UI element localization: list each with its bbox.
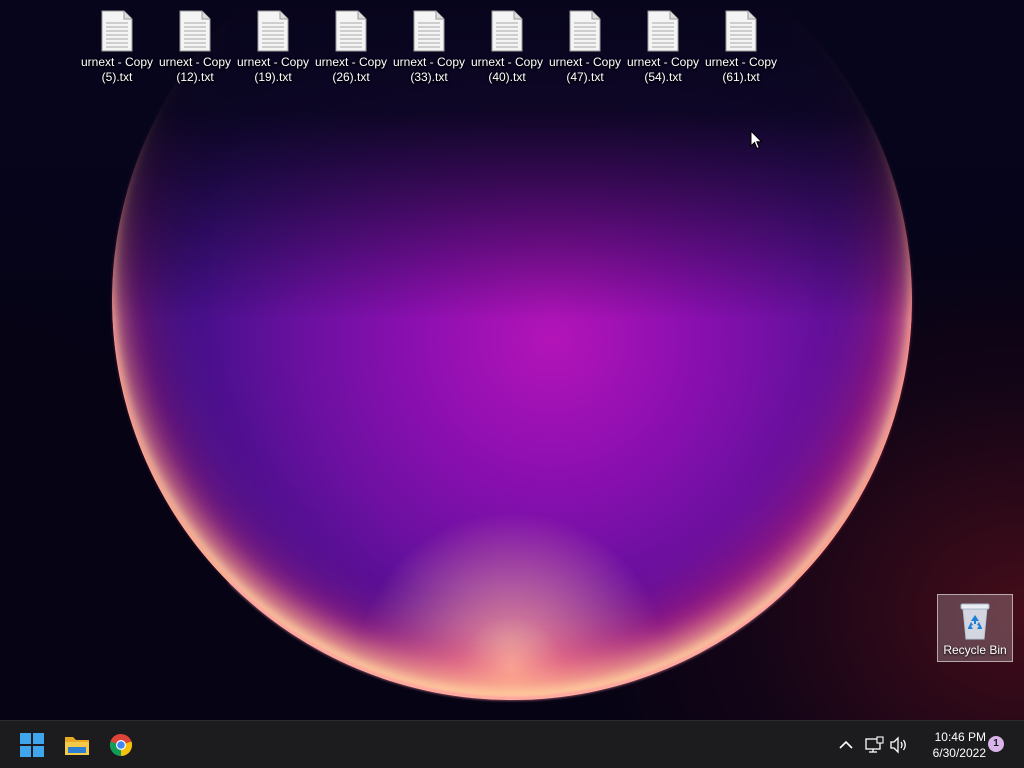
file-name-line2: (12).txt [176,70,214,84]
file-name-line2: (5).txt [101,70,133,84]
notification-badge[interactable]: 1 [988,736,1004,752]
mouse-cursor-icon [750,130,763,150]
desktop[interactable]: urnext - Copy (5).txt urnext - Copy (12).tx… [0,0,1024,720]
recycle-bin-label: Recycle Bin [943,643,1007,657]
volume-icon[interactable] [889,735,909,755]
file-name-line1: urnext - Copy [470,55,544,69]
folder-icon [65,737,89,755]
chevron-up-icon[interactable] [836,735,856,755]
desktop-file-icon[interactable]: urnext - Copy (5).txt [79,10,155,85]
network-icon[interactable] [864,735,884,755]
file-name-line2: (54).txt [644,70,682,84]
start-button[interactable] [16,729,48,761]
desktop-file-icon[interactable]: urnext - Copy (33).txt [391,10,467,85]
file-explorer-button[interactable] [61,729,93,761]
text-file-icon [491,10,523,52]
file-name-line2: (19).txt [254,70,292,84]
desktop-file-icon[interactable]: urnext - Copy (61).txt [703,10,779,85]
file-name-line1: urnext - Copy [392,55,466,69]
text-file-icon [569,10,601,52]
taskbar-clock[interactable]: 10:46 PM 6/30/2022 [914,729,986,761]
file-name-line2: (40).txt [488,70,526,84]
recycle-bin-icon [960,603,990,640]
file-name-line2: (47).txt [566,70,604,84]
file-name-line2: (33).txt [410,70,448,84]
file-name-line1: urnext - Copy [626,55,700,69]
file-name-line1: urnext - Copy [548,55,622,69]
wallpaper-rim [112,0,912,700]
text-file-icon [647,10,679,52]
desktop-file-icon[interactable]: urnext - Copy (26).txt [313,10,389,85]
chrome-icon [109,733,133,757]
file-name-line1: urnext - Copy [158,55,232,69]
desktop-file-icon[interactable]: urnext - Copy (54).txt [625,10,701,85]
wallpaper [0,0,1024,720]
clock-date: 6/30/2022 [932,746,986,760]
text-file-icon [179,10,211,52]
taskbar: 10:46 PM 6/30/2022 [0,720,1024,768]
file-name-line1: urnext - Copy [80,55,154,69]
text-file-icon [101,10,133,52]
file-name-line2: (26).txt [332,70,370,84]
text-file-icon [257,10,289,52]
desktop-file-icon[interactable]: urnext - Copy (12).txt [157,10,233,85]
file-name-line2: (61).txt [722,70,760,84]
clock-time: 10:46 PM [934,730,986,744]
chrome-button[interactable] [105,729,137,761]
recycle-bin[interactable]: Recycle Bin [937,594,1013,662]
text-file-icon [413,10,445,52]
windows-logo-icon [20,733,44,757]
file-name-line1: urnext - Copy [314,55,388,69]
file-name-line1: urnext - Copy [236,55,310,69]
desktop-file-icon[interactable]: urnext - Copy (40).txt [469,10,545,85]
file-name-line1: urnext - Copy [704,55,778,69]
desktop-file-icon[interactable]: urnext - Copy (47).txt [547,10,623,85]
wallpaper-bloom [112,0,912,700]
desktop-file-icon[interactable]: urnext - Copy (19).txt [235,10,311,85]
text-file-icon [725,10,757,52]
text-file-icon [335,10,367,52]
